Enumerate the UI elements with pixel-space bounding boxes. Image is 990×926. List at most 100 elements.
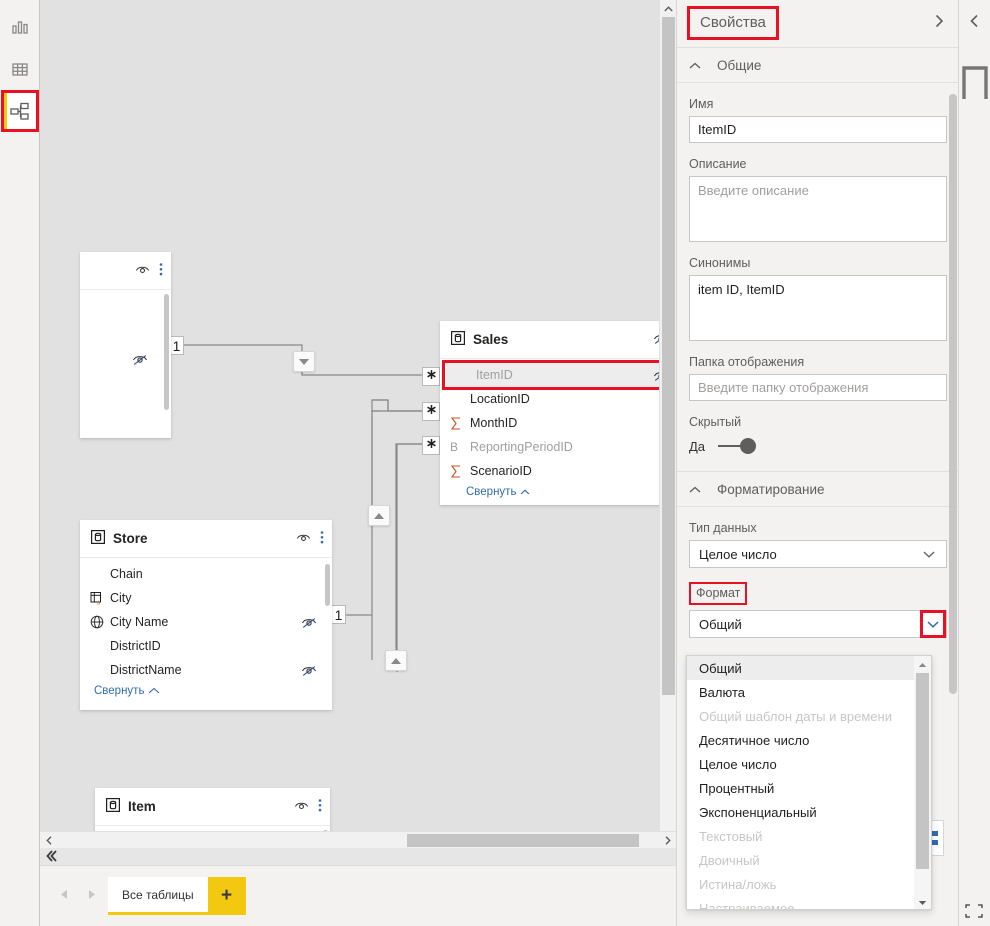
table-card-scrollbar[interactable]: [164, 294, 169, 410]
field-row-districtname[interactable]: DistrictName: [80, 658, 332, 682]
add-page-button[interactable]: +: [207, 877, 246, 915]
hidden-toggle-row: Да: [689, 437, 947, 455]
cardinality-one-badge[interactable]: 1: [169, 336, 184, 355]
scroll-left-icon[interactable]: [40, 832, 57, 849]
list-item[interactable]: Настраиваемое: [687, 896, 915, 910]
list-item[interactable]: Истина/ложь: [687, 872, 915, 896]
scroll-down-icon[interactable]: [914, 894, 931, 909]
field-row-itemid[interactable]: ItemID: [442, 360, 676, 390]
dropdown-scrollbar[interactable]: [914, 656, 931, 909]
table-card-header[interactable]: [80, 252, 171, 290]
field-row-reportingperiodid[interactable]: B ReportingPeriodID: [440, 435, 676, 459]
properties-header: Свойства: [677, 0, 958, 47]
collapse-right-pane-button[interactable]: [959, 0, 990, 47]
table-card-store[interactable]: Store Chain fx City City Name DistrictID…: [80, 520, 332, 710]
more-options-icon[interactable]: [159, 262, 163, 280]
eye-visible-icon[interactable]: [294, 799, 309, 815]
list-item[interactable]: Процентный: [687, 776, 915, 800]
table-card-header[interactable]: Item: [95, 788, 330, 826]
list-item[interactable]: Общий шаблон даты и времени: [687, 704, 915, 728]
list-item[interactable]: Общий: [687, 656, 915, 680]
collapse-link[interactable]: Свернуть: [440, 483, 676, 504]
section-header-formatting[interactable]: Форматирование: [677, 471, 959, 507]
scroll-up-icon[interactable]: [660, 0, 677, 17]
scroll-up-icon[interactable]: [914, 656, 931, 673]
properties-scrollbar[interactable]: [949, 94, 957, 694]
focus-mode-icon[interactable]: [963, 902, 985, 920]
scroll-right-icon[interactable]: [659, 832, 676, 849]
next-page-icon[interactable]: [87, 887, 96, 905]
chevron-left-icon: [968, 14, 981, 33]
data-type-value: Целое число: [699, 546, 777, 562]
sum-icon: [450, 416, 470, 430]
field-row-monthid[interactable]: MonthID: [440, 411, 676, 435]
table-title: Item: [128, 799, 156, 814]
eye-visible-icon[interactable]: [135, 263, 150, 279]
section-title: Форматирование: [717, 481, 825, 497]
cross-filter-direction-icon[interactable]: [385, 650, 407, 671]
list-item[interactable]: Валюта: [687, 680, 915, 704]
collapse-link[interactable]: Свернуть: [80, 682, 332, 703]
scroll-track[interactable]: [57, 832, 659, 849]
field-row-city-name[interactable]: City Name: [80, 610, 332, 634]
more-options-icon[interactable]: [320, 530, 324, 548]
sidebar-item-data-view[interactable]: [1, 48, 39, 90]
field-row-city[interactable]: fx City: [80, 586, 332, 610]
table-card-header[interactable]: Sales: [440, 321, 676, 359]
chevron-down-icon[interactable]: [920, 610, 946, 638]
list-item[interactable]: Текстовый: [687, 824, 915, 848]
cross-filter-direction-icon[interactable]: [293, 351, 315, 372]
collapse-panel-icon[interactable]: [44, 850, 58, 865]
field-row-scenarioid[interactable]: ScenarioID: [440, 459, 676, 483]
cardinality-many-badge[interactable]: [422, 402, 440, 421]
name-field[interactable]: ItemID: [689, 116, 947, 143]
scroll-thumb[interactable]: [407, 833, 639, 847]
scroll-thumb[interactable]: [916, 673, 929, 869]
section-header-general[interactable]: Общие: [677, 47, 959, 83]
list-item[interactable]: Десятичное число: [687, 728, 915, 752]
cardinality-one-badge[interactable]: 1: [331, 605, 346, 624]
synonyms-field[interactable]: item ID, ItemID: [689, 275, 947, 341]
list-item[interactable]: Экспоненциальный: [687, 800, 915, 824]
prev-page-icon[interactable]: [60, 887, 69, 905]
cardinality-many-badge[interactable]: [422, 436, 440, 455]
table-card-body: Chain fx City City Name DistrictID Distr…: [80, 558, 332, 709]
chevron-down-icon[interactable]: [918, 551, 940, 558]
eye-hidden-icon[interactable]: [300, 615, 318, 629]
chevron-up-icon: [689, 56, 701, 74]
format-select[interactable]: Общий: [689, 610, 947, 638]
canvas-horizontal-scrollbar[interactable]: [40, 831, 676, 848]
hidden-toggle[interactable]: [718, 437, 757, 455]
tab-all-tables[interactable]: Все таблицы: [108, 877, 208, 915]
list-item[interactable]: Двоичный: [687, 848, 915, 872]
eye-hidden-icon[interactable]: [300, 663, 318, 677]
scroll-track[interactable]: [660, 17, 677, 831]
table-title: Store: [113, 531, 148, 546]
scroll-thumb[interactable]: [661, 17, 675, 695]
description-field[interactable]: Введите описание: [689, 176, 947, 242]
data-type-select[interactable]: Целое число: [689, 540, 947, 568]
field-name: Chain: [110, 567, 143, 581]
more-options-icon[interactable]: [318, 798, 322, 816]
eye-visible-icon[interactable]: [296, 531, 311, 547]
table-card-sales[interactable]: Sales ItemID LocationID MonthID B Report…: [440, 321, 676, 505]
sidebar-item-report-view[interactable]: [1, 6, 39, 48]
chevron-right-icon[interactable]: [933, 14, 946, 33]
eye-hidden-icon[interactable]: [132, 352, 148, 369]
model-canvas[interactable]: 1 1 Sales ItemID LocationID MonthID B Re…: [40, 0, 676, 848]
field-row-chain[interactable]: Chain: [80, 562, 332, 586]
list-item[interactable]: Целое число: [687, 752, 915, 776]
field-row-locationid[interactable]: LocationID: [440, 387, 676, 411]
sidebar-item-model-view[interactable]: [0, 90, 39, 132]
table-card-header[interactable]: Store: [80, 520, 332, 558]
cross-filter-direction-icon[interactable]: [368, 505, 390, 526]
format-dropdown-list[interactable]: Общий Валюта Общий шаблон даты и времени…: [686, 655, 932, 910]
dropdown-options: Общий Валюта Общий шаблон даты и времени…: [687, 656, 915, 910]
binary-icon: B: [450, 440, 459, 454]
scroll-track[interactable]: [914, 673, 931, 894]
canvas-vertical-scrollbar[interactable]: [659, 0, 676, 848]
field-row-districtid[interactable]: DistrictID: [80, 634, 332, 658]
cardinality-many-badge[interactable]: [422, 367, 440, 386]
display-folder-field[interactable]: Введите папку отображения: [689, 374, 947, 401]
table-card[interactable]: [80, 252, 171, 438]
